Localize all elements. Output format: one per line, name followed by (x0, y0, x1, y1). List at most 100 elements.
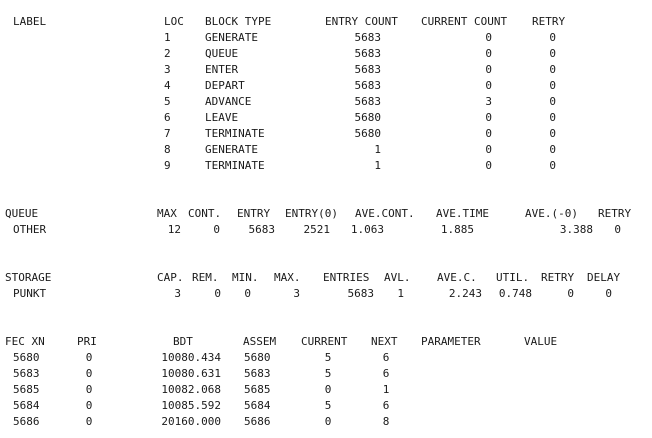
storage-avec: 2.243 (448, 287, 482, 300)
block-row-current: 0 (485, 47, 492, 60)
fec-row-current: 0 (324, 415, 332, 428)
block-row-entry: 1 (374, 159, 381, 172)
block-row-type: GENERATE (205, 143, 258, 156)
block-row-retry: 0 (549, 111, 556, 124)
fec-row-bdt: 10080.434 (161, 351, 221, 364)
blocks-header-1: LOC (164, 15, 184, 28)
block-row-type: ENTER (205, 63, 239, 76)
block-row-type: DEPART (205, 79, 245, 92)
storage-header-4: MAX. (274, 271, 301, 284)
fec-header-6: PARAMETER (421, 335, 481, 348)
storage-entries: 5683 (347, 287, 375, 300)
queue-ave0: 3.388 (559, 223, 593, 236)
block-row-entry: 5683 (354, 79, 382, 92)
block-row-loc: 6 (164, 111, 171, 124)
block-row-loc: 8 (164, 143, 171, 156)
storage-header-2: REM. (192, 271, 219, 284)
block-row-current: 0 (485, 31, 492, 44)
fec-row-next: 8 (382, 415, 390, 428)
storage-header-3: MIN. (232, 271, 259, 284)
block-row-loc: 5 (164, 95, 171, 108)
fec-row-assem: 5685 (244, 383, 271, 396)
blocks-header-0: LABEL (13, 15, 47, 28)
block-row-loc: 3 (164, 63, 171, 76)
blocks-header-3: ENTRY COUNT (325, 15, 398, 28)
block-row-retry: 0 (549, 79, 556, 92)
storage-header-10: DELAY (587, 271, 621, 284)
fec-row-next: 1 (382, 383, 390, 396)
storage-max: 3 (293, 287, 300, 300)
block-row-current: 0 (485, 63, 492, 76)
block-row-current: 0 (485, 111, 492, 124)
queue-header-2: CONT. (188, 207, 222, 220)
fec-header-0: FEC XN (5, 335, 45, 348)
fec-row-next: 6 (382, 351, 390, 364)
storage-rem: 0 (214, 287, 221, 300)
storage-header-9: RETRY (541, 271, 575, 284)
fec-row-xn: 5684 (13, 399, 40, 412)
fec-row-xn: 5686 (13, 415, 40, 428)
queue-entry: 5683 (248, 223, 276, 236)
block-row-current: 0 (485, 127, 492, 140)
blocks-header-4: CURRENT COUNT (421, 15, 508, 28)
block-row-entry: 5683 (354, 95, 382, 108)
fec-row-pri: 0 (85, 351, 93, 364)
queue-header-7: AVE.(-0) (525, 207, 578, 220)
block-row-loc: 2 (164, 47, 171, 60)
block-row-current: 0 (485, 143, 492, 156)
block-row-entry: 5680 (354, 127, 382, 140)
simulation-report: LABEL LOC BLOCK TYPE ENTRY COUNT CURRENT COU… (0, 0, 652, 438)
block-row-entry: 5683 (354, 63, 382, 76)
queue-header-6: AVE.TIME (436, 207, 489, 220)
fec-row-current: 5 (324, 351, 332, 364)
queue-header-5: AVE.CONT. (355, 207, 415, 220)
fec-header-5: NEXT (371, 335, 398, 348)
storage-header-8: UTIL. (496, 271, 530, 284)
fec-row-assem: 5684 (244, 399, 271, 412)
fec-header-1: PRI (77, 335, 97, 348)
storage-header-0: STORAGE (5, 271, 52, 284)
storage-cap: 3 (174, 287, 181, 300)
block-row-current: 0 (485, 79, 492, 92)
blocks-header-2: BLOCK TYPE (205, 15, 272, 28)
block-row-retry: 0 (549, 31, 556, 44)
block-row-entry: 5683 (354, 47, 382, 60)
block-row-type: TERMINATE (205, 159, 265, 172)
block-row-retry: 0 (549, 143, 556, 156)
block-row-loc: 7 (164, 127, 171, 140)
fec-row-xn: 5680 (13, 351, 40, 364)
block-row-entry: 1 (374, 143, 381, 156)
block-row-retry: 0 (549, 63, 556, 76)
fec-row-next: 6 (382, 399, 390, 412)
fec-row-bdt: 10080.631 (161, 367, 221, 380)
block-row-type: ADVANCE (205, 95, 252, 108)
queue-name: OTHER (13, 223, 47, 236)
block-row-retry: 0 (549, 95, 556, 108)
fec-row-xn: 5683 (13, 367, 40, 380)
storage-avl: 1 (397, 287, 404, 300)
block-row-loc: 1 (164, 31, 171, 44)
queue-cont: 0 (213, 223, 220, 236)
queue-avecont: 1.063 (350, 223, 384, 236)
fec-row-bdt: 10082.068 (161, 383, 221, 396)
fec-row-assem: 5683 (244, 367, 271, 380)
fec-row-pri: 0 (85, 383, 93, 396)
storage-min: 0 (244, 287, 251, 300)
queue-header-1: MAX (157, 207, 177, 220)
block-row-retry: 0 (549, 47, 556, 60)
fec-header-3: ASSEM (243, 335, 277, 348)
fec-row-current: 5 (324, 399, 332, 412)
fec-row-xn: 5685 (13, 383, 40, 396)
queue-header-3: ENTRY (237, 207, 271, 220)
queue-header-8: RETRY (598, 207, 632, 220)
storage-retry: 0 (567, 287, 574, 300)
fec-row-assem: 5680 (244, 351, 271, 364)
fec-row-bdt: 20160.000 (161, 415, 221, 428)
block-row-loc: 9 (164, 159, 171, 172)
storage-util: 0.748 (498, 287, 532, 300)
block-row-entry: 5683 (354, 31, 382, 44)
fec-row-pri: 0 (85, 399, 93, 412)
fec-row-current: 5 (324, 367, 332, 380)
fec-row-bdt: 10085.592 (161, 399, 221, 412)
storage-header-6: AVL. (384, 271, 411, 284)
